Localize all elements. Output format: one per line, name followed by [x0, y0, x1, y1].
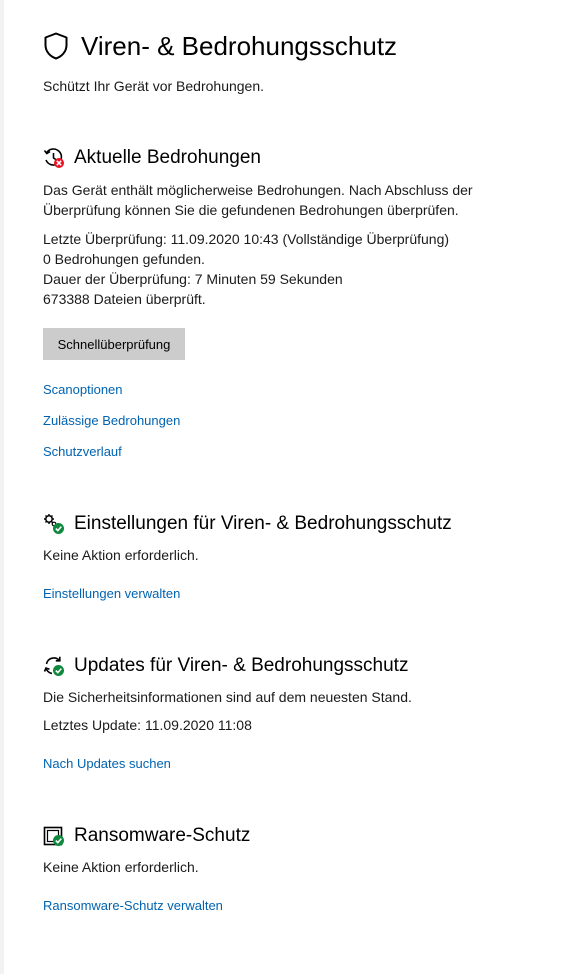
protection-updates-title: Updates für Viren- & Bedrohungsschutz [74, 655, 409, 676]
protection-settings-title: Einstellungen für Viren- & Bedrohungssch… [74, 513, 452, 534]
current-threats-title: Aktuelle Bedrohungen [74, 147, 261, 168]
threats-description: Das Gerät enthält möglicherweise Bedrohu… [43, 182, 473, 218]
protection-updates-section: Updates für Viren- & Bedrohungsschutz [43, 653, 563, 679]
current-threats-section: Aktuelle Bedrohungen [43, 145, 563, 171]
manage-settings-link[interactable]: Einstellungen verwalten [43, 585, 180, 603]
ransomware-section: Ransomware-Schutz [43, 823, 563, 849]
shield-icon [43, 31, 69, 61]
quick-scan-button[interactable]: Schnellüberprüfung [43, 328, 185, 360]
ransomware-title: Ransomware-Schutz [74, 825, 251, 846]
protection-history-link[interactable]: Schutzverlauf [43, 443, 122, 461]
page-subtitle: Schützt Ihr Gerät vor Bedrohungen. [43, 78, 265, 94]
settings-status-text: Keine Aktion erforderlich. [43, 547, 199, 563]
left-edge [0, 0, 4, 974]
ransomware-status-text: Keine Aktion erforderlich. [43, 859, 199, 875]
files-scanned-text: 673388 Dateien überprüft. [43, 291, 206, 307]
clock-alert-icon [43, 147, 65, 169]
settings-check-icon [43, 513, 65, 535]
ransomware-folder-icon [43, 825, 65, 847]
protection-updates-header: Updates für Viren- & Bedrohungsschutz [43, 653, 563, 679]
last-scan-text: Letzte Überprüfung: 11.09.2020 10:43 (Vo… [43, 231, 450, 247]
update-check-icon [43, 655, 65, 677]
scan-options-link[interactable]: Scanoptionen [43, 381, 123, 399]
threats-found-text: 0 Bedrohungen gefunden. [43, 251, 205, 267]
manage-ransomware-link[interactable]: Ransomware-Schutz verwalten [43, 897, 223, 915]
protection-settings-section: Einstellungen für Viren- & Bedrohungssch… [43, 511, 563, 537]
page-header: Viren- & Bedrohungsschutz [43, 29, 397, 63]
check-updates-link[interactable]: Nach Updates suchen [43, 755, 171, 773]
protection-settings-header: Einstellungen für Viren- & Bedrohungssch… [43, 511, 563, 537]
last-update-text: Letztes Update: 11.09.2020 11:08 [43, 717, 252, 733]
page-title: Viren- & Bedrohungsschutz [81, 31, 398, 61]
updates-status-text: Die Sicherheitsinformationen sind auf de… [43, 689, 412, 705]
current-threats-header: Aktuelle Bedrohungen [43, 145, 563, 171]
allowed-threats-link[interactable]: Zulässige Bedrohungen [43, 412, 180, 430]
ransomware-header: Ransomware-Schutz [43, 823, 563, 849]
windows-security-page: Viren- & Bedrohungsschutz Schützt Ihr Ge… [0, 0, 581, 974]
scan-duration-text: Dauer der Überprüfung: 7 Minuten 59 Seku… [43, 271, 343, 287]
